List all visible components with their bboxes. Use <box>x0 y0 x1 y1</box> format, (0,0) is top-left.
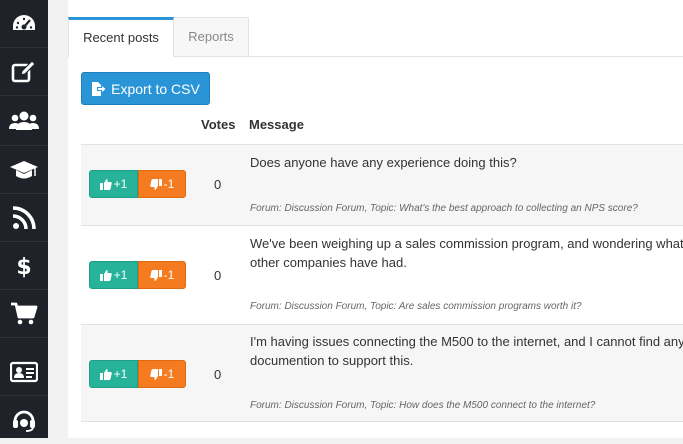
export-csv-button[interactable]: Export to CSV <box>81 72 210 105</box>
table-row: +1 -1 0 We've been weighing up a sales c… <box>81 225 683 324</box>
downvote-label: -1 <box>163 367 175 381</box>
message-line: I'm having issues connecting the M500 to… <box>250 334 683 349</box>
tab-recent-posts[interactable]: Recent posts <box>68 17 174 57</box>
thumbs-up-icon <box>99 368 112 380</box>
sidebar-item-finance[interactable]: $ <box>0 242 48 290</box>
message-line: Does anyone have any experience doing th… <box>250 155 517 170</box>
dashboard-icon <box>13 15 35 30</box>
export-file-icon <box>92 81 106 96</box>
upvote-label: +1 <box>113 177 128 191</box>
column-header-votes: Votes <box>201 117 236 132</box>
message-line: We've been weighing up a sales commissio… <box>250 236 683 251</box>
sidebar-divider <box>0 95 48 96</box>
post-meta: Forum: Discussion Forum, Topic: What's t… <box>250 203 638 214</box>
vote-count: 0 <box>214 367 222 382</box>
thumbs-down-icon <box>149 368 162 380</box>
upvote-label: +1 <box>113 268 128 282</box>
id-card-icon <box>10 361 38 383</box>
vote-buttons: +1 -1 <box>89 360 186 388</box>
sidebar-item-feed[interactable] <box>0 194 48 242</box>
column-header-message: Message <box>249 117 304 132</box>
table-row: +1 -1 0 Does anyone have any experience … <box>81 144 683 225</box>
upvote-button[interactable]: +1 <box>89 261 138 289</box>
posts-panel: Recent posts Reports Export to CSV Votes… <box>68 0 683 438</box>
downvote-label: -1 <box>163 268 175 282</box>
table-row: +1 -1 0 I'm having issues connecting the… <box>81 324 683 422</box>
upvote-button[interactable]: +1 <box>89 360 138 388</box>
sidebar: $ <box>0 0 48 438</box>
post-meta: Forum: Discussion Forum, Topic: How does… <box>250 400 596 411</box>
sidebar-item-dashboard[interactable] <box>0 0 48 48</box>
downvote-button[interactable]: -1 <box>138 360 186 388</box>
vote-count: 0 <box>214 268 222 283</box>
sidebar-item-support[interactable] <box>0 396 48 444</box>
sidebar-item-training[interactable] <box>0 146 48 194</box>
headset-icon <box>13 410 35 432</box>
upvote-button[interactable]: +1 <box>89 170 138 198</box>
svg-text:$: $ <box>16 255 31 279</box>
sidebar-item-shop[interactable] <box>0 290 48 338</box>
thumbs-up-icon <box>99 178 112 190</box>
message-line: other companies have had. <box>250 255 407 270</box>
vote-buttons: +1 -1 <box>89 170 186 198</box>
tab-reports[interactable]: Reports <box>174 17 249 56</box>
graduation-cap-icon <box>10 161 38 179</box>
dollar-icon: $ <box>16 255 31 279</box>
export-csv-label: Export to CSV <box>111 80 200 97</box>
downvote-button[interactable]: -1 <box>138 170 186 198</box>
vote-count: 0 <box>214 177 222 192</box>
vote-buttons: +1 -1 <box>89 261 186 289</box>
sidebar-item-contacts[interactable] <box>0 348 48 396</box>
edit-icon <box>11 60 36 83</box>
thumbs-down-icon <box>149 178 162 190</box>
post-meta: Forum: Discussion Forum, Topic: Are sale… <box>250 301 582 312</box>
cart-icon <box>11 302 38 325</box>
users-icon <box>9 111 39 130</box>
upvote-label: +1 <box>113 367 128 381</box>
sidebar-item-users[interactable] <box>0 97 48 145</box>
main-content: Recent posts Reports Export to CSV Votes… <box>48 0 683 438</box>
downvote-button[interactable]: -1 <box>138 261 186 289</box>
rss-icon <box>12 206 36 230</box>
message-line: documention to support this. <box>250 353 414 368</box>
sidebar-item-edit[interactable] <box>0 48 48 96</box>
thumbs-down-icon <box>149 269 162 281</box>
downvote-label: -1 <box>163 177 175 191</box>
thumbs-up-icon <box>99 269 112 281</box>
sidebar-divider <box>0 337 48 338</box>
